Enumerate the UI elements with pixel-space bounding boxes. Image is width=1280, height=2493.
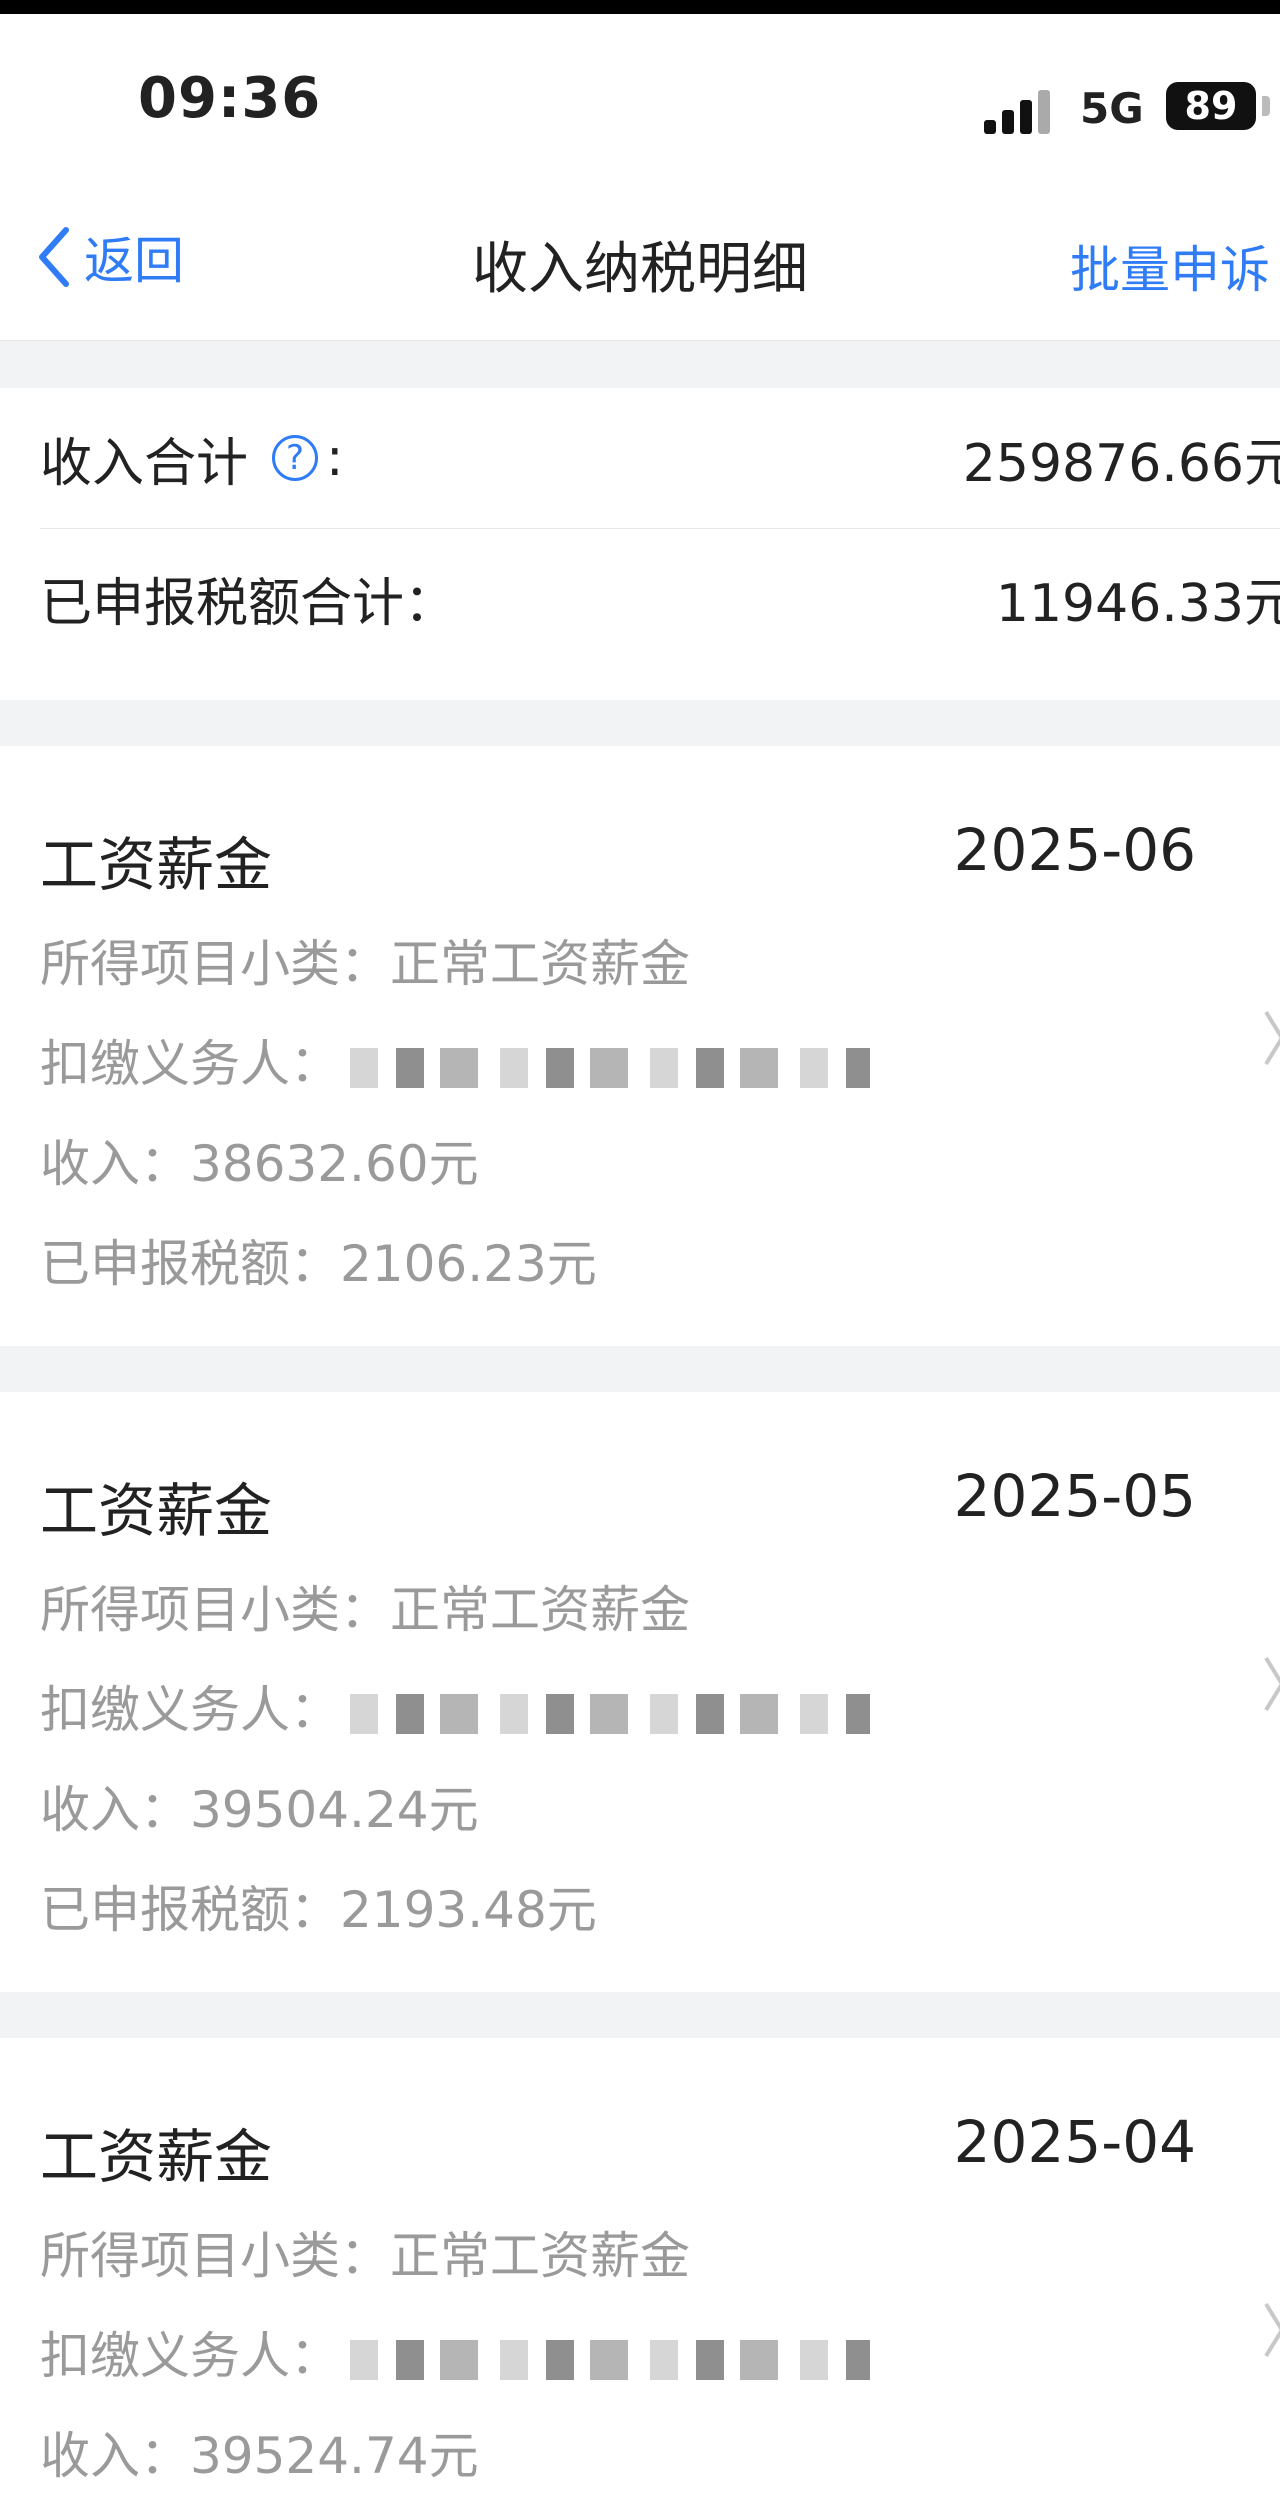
record-income: 收入：39524.74元 <box>40 2427 479 2485</box>
record-title: 工资薪金 <box>40 831 273 899</box>
record-withholder: 扣缴义务人： <box>40 1670 870 1742</box>
nav-bar: 返回 收入纳税明细 批量申诉 <box>0 164 1280 341</box>
record-subcategory: 所得项目小类：正常工资薪金 <box>40 1581 690 1639</box>
record-subcategory: 所得项目小类：正常工资薪金 <box>40 935 690 993</box>
tax-total-row: 已申报税额合计： 11946.33元 <box>40 528 1280 668</box>
help-icon[interactable]: ? <box>272 435 319 481</box>
chevron-right-icon <box>1264 2302 1280 2358</box>
record-title: 工资薪金 <box>40 2123 273 2191</box>
income-total-row: 收入合计 ? : 259876.66元 <box>40 388 1280 529</box>
chevron-left-icon <box>39 227 69 287</box>
record-subcategory: 所得项目小类：正常工资薪金 <box>40 2227 690 2285</box>
chevron-right-icon <box>1264 1010 1280 1066</box>
record-card[interactable]: 工资薪金 2025-05 所得项目小类：正常工资薪金 扣缴义务人： 收入：395… <box>0 1392 1280 1992</box>
redacted-withholder <box>350 2339 870 2380</box>
redacted-withholder <box>350 1047 870 1088</box>
signal-icon <box>984 88 1056 134</box>
top-edge <box>0 0 1280 14</box>
tax-total-label: 已申报税额合计： <box>40 573 457 634</box>
status-bar: 09:36 5G 89 <box>0 14 1280 164</box>
status-time: 09:36 <box>138 66 322 131</box>
income-total-label: 收入合计 <box>40 433 249 494</box>
network-type: 5G <box>1080 84 1144 133</box>
record-withholder: 扣缴义务人： <box>40 2316 870 2388</box>
record-income: 收入：38632.60元 <box>40 1135 479 1193</box>
income-total-value: 259876.66元 <box>962 433 1280 494</box>
batch-appeal-button[interactable]: 批量申诉 <box>1070 230 1270 302</box>
chevron-right-icon <box>1264 1656 1280 1712</box>
record-date: 2025-06 <box>953 816 1196 884</box>
battery-tip <box>1262 96 1270 116</box>
back-button[interactable]: 返回 <box>34 224 184 290</box>
record-title: 工资薪金 <box>40 1477 273 1545</box>
summary-panel: 收入合计 ? : 259876.66元 已申报税额合计： 11946.33元 <box>0 388 1280 700</box>
tax-total-value: 11946.33元 <box>995 573 1280 634</box>
redacted-withholder <box>350 1693 870 1734</box>
record-income: 收入：39504.24元 <box>40 1781 479 1839</box>
back-label: 返回 <box>84 232 184 290</box>
record-card[interactable]: 工资薪金 2025-04 所得项目小类：正常工资薪金 扣缴义务人： 收入：395… <box>0 2038 1280 2493</box>
record-tax: 已申报税额：2193.48元 <box>40 1881 597 1939</box>
record-card[interactable]: 工资薪金 2025-06 所得项目小类：正常工资薪金 扣缴义务人： 收入：386… <box>0 746 1280 1346</box>
record-tax: 已申报税额：2106.23元 <box>40 1235 597 1293</box>
record-date: 2025-04 <box>953 2108 1196 2176</box>
income-total-colon: : <box>326 428 344 488</box>
record-date: 2025-05 <box>953 1462 1196 1530</box>
record-withholder: 扣缴义务人： <box>40 1024 870 1096</box>
battery-icon: 89 <box>1166 82 1256 130</box>
